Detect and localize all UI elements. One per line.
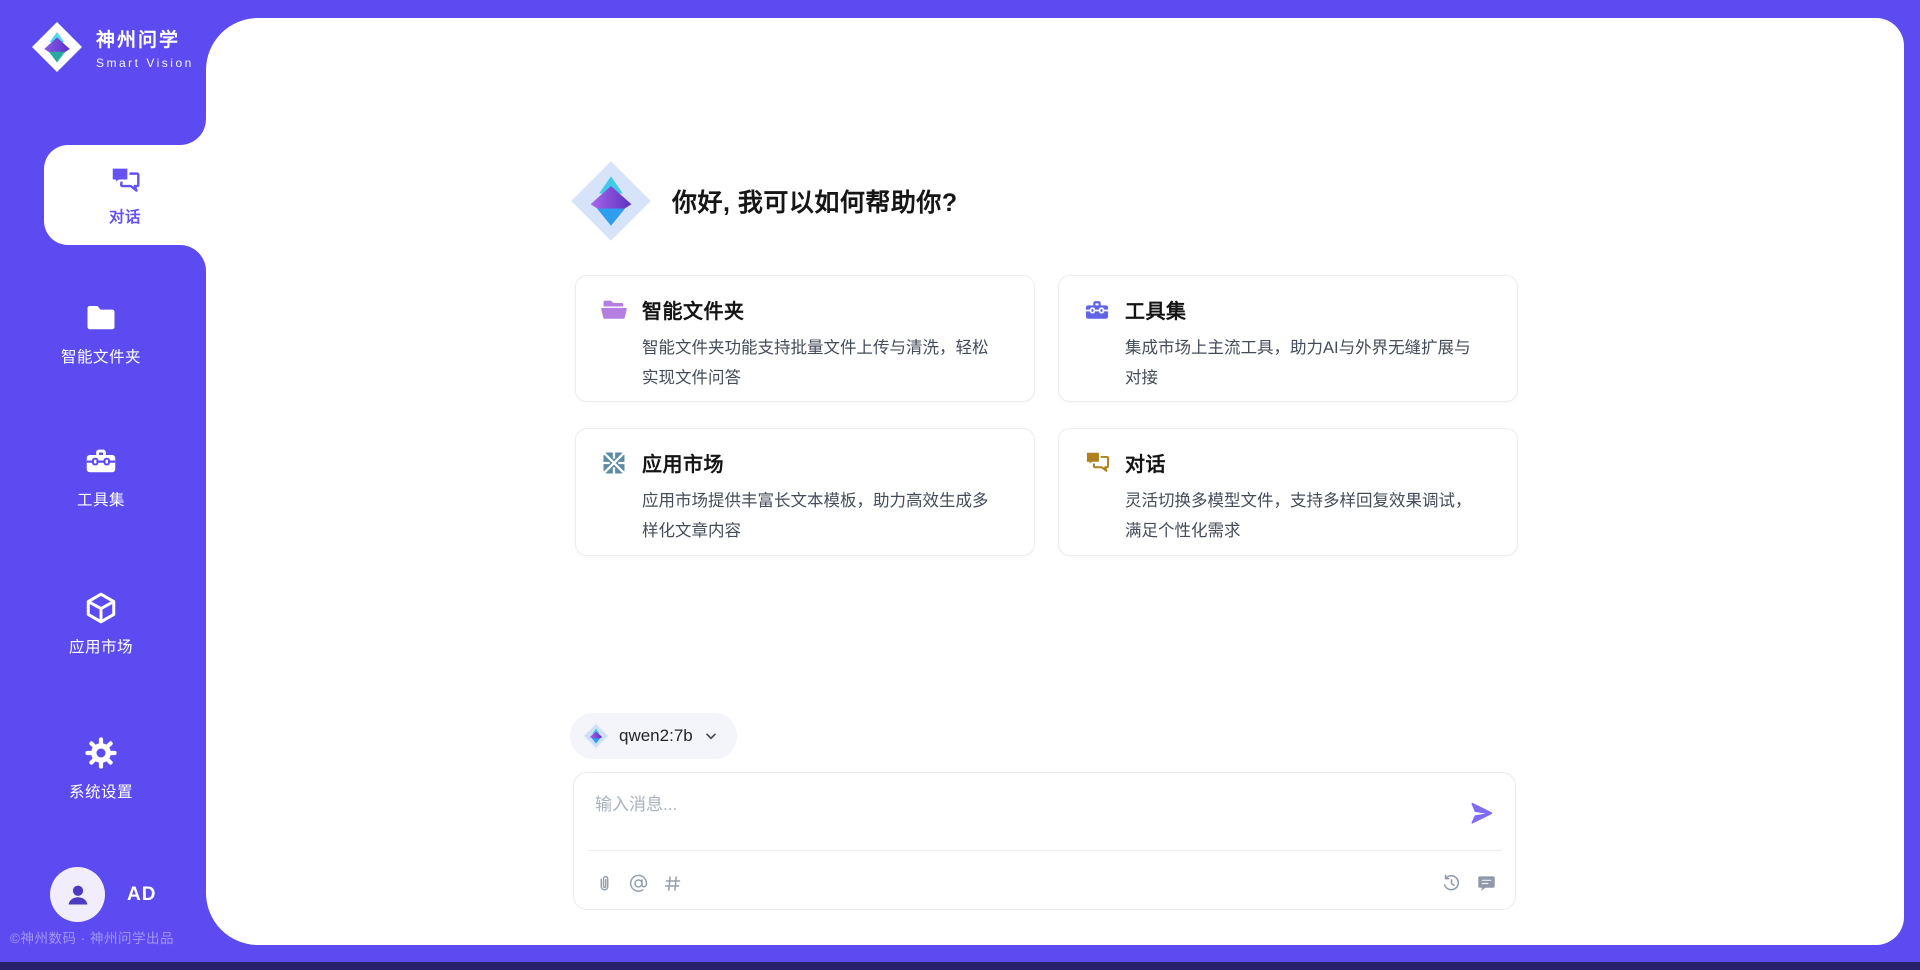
gear-icon	[83, 735, 119, 771]
message-composer	[573, 772, 1516, 910]
brand-text: 神州问学 Smart Vision	[96, 25, 194, 70]
at-sign-icon	[628, 873, 649, 894]
hash-button[interactable]	[662, 873, 683, 894]
market-grid-icon	[600, 449, 628, 477]
feature-cards: 智能文件夹 智能文件夹功能支持批量文件上传与清洗，轻松实现文件问答	[575, 275, 1518, 556]
toolbox-icon	[1083, 296, 1111, 324]
paperclip-icon	[594, 873, 615, 894]
sidebar-item-label: 工具集	[77, 488, 125, 510]
send-icon	[1468, 800, 1495, 827]
card-description: 灵活切换多模型文件，支持多样回复效果调试，满足个性化需求	[1125, 486, 1481, 546]
tab-curve-top	[180, 119, 206, 145]
sidebar-item-label: 系统设置	[69, 780, 133, 802]
card-description: 应用市场提供丰富长文本模板，助力高效生成多样化文章内容	[642, 486, 998, 546]
card-title: 应用市场	[642, 448, 724, 477]
sidebar-item-smart-folders[interactable]: 智能文件夹	[0, 300, 202, 367]
sidebar-item-app-market[interactable]: 应用市场	[0, 590, 202, 657]
app-root: 神州问学 Smart Vision 对话 智能文件夹	[0, 0, 1920, 970]
hash-icon	[662, 873, 683, 894]
person-icon	[63, 880, 93, 910]
bottom-bar	[0, 962, 1920, 970]
sidebar-item-chat[interactable]: 对话	[44, 145, 206, 245]
toolbox-icon	[83, 443, 119, 479]
brand-name: 神州问学	[96, 25, 194, 52]
card-description: 集成市场上主流工具，助力AI与外界无缝扩展与对接	[1125, 333, 1481, 393]
chat-bubble-icon	[1476, 873, 1497, 894]
message-input[interactable]	[574, 773, 1434, 835]
user-initials: AD	[127, 884, 156, 906]
brand-subtitle: Smart Vision	[96, 56, 194, 70]
folder-open-icon	[600, 296, 628, 324]
model-name: qwen2:7b	[619, 726, 693, 746]
card-title: 对话	[1125, 448, 1166, 477]
card-chat[interactable]: 对话 灵活切换多模型文件，支持多样回复效果调试，满足个性化需求	[1058, 428, 1518, 556]
folder-icon	[83, 300, 119, 336]
sidebar: 神州问学 Smart Vision 对话 智能文件夹	[0, 0, 206, 970]
sidebar-item-settings[interactable]: 系统设置	[0, 735, 202, 802]
chat-bubbles-icon	[1083, 449, 1111, 477]
composer-toolbar	[594, 863, 1497, 903]
assistant-diamond-icon	[568, 158, 654, 244]
sidebar-item-toolset[interactable]: 工具集	[0, 443, 202, 510]
chat-bubbles-icon	[108, 164, 142, 198]
history-button[interactable]	[1441, 873, 1462, 894]
composer-divider	[587, 850, 1502, 851]
card-smart-folders[interactable]: 智能文件夹 智能文件夹功能支持批量文件上传与清洗，轻松实现文件问答	[575, 275, 1035, 402]
sidebar-item-label: 对话	[109, 205, 141, 227]
send-button[interactable]	[1468, 798, 1498, 828]
greeting-title: 你好, 我可以如何帮助你?	[672, 183, 958, 219]
history-icon	[1441, 873, 1462, 894]
cube-icon	[83, 590, 119, 626]
mention-button[interactable]	[628, 873, 649, 894]
copyright-text: ©神州数码 · 神州问学出品	[10, 927, 174, 947]
card-toolset[interactable]: 工具集 集成市场上主流工具，助力AI与外界无缝扩展与对接	[1058, 275, 1518, 402]
brand: 神州问学 Smart Vision	[30, 20, 194, 74]
tab-curve-bottom	[180, 245, 206, 271]
user-profile[interactable]: AD	[50, 867, 156, 922]
chevron-down-icon	[703, 728, 719, 744]
attach-button[interactable]	[594, 873, 615, 894]
card-title: 智能文件夹	[642, 295, 745, 324]
greeting: 你好, 我可以如何帮助你?	[568, 158, 958, 244]
model-diamond-icon	[583, 723, 609, 749]
main-panel: 你好, 我可以如何帮助你? 智能文件夹 智能文件夹功能支持批量文件上传与清洗，轻…	[206, 18, 1904, 945]
composer-toolbar-right	[1441, 873, 1497, 894]
brand-diamond-icon	[30, 20, 84, 74]
card-title: 工具集	[1125, 295, 1187, 324]
sidebar-item-label: 智能文件夹	[61, 345, 141, 367]
card-app-market[interactable]: 应用市场 应用市场提供丰富长文本模板，助力高效生成多样化文章内容	[575, 428, 1035, 556]
avatar	[50, 867, 105, 922]
sidebar-item-label: 应用市场	[69, 635, 133, 657]
model-selector[interactable]: qwen2:7b	[570, 713, 737, 759]
card-description: 智能文件夹功能支持批量文件上传与清洗，轻松实现文件问答	[642, 333, 998, 393]
feedback-button[interactable]	[1476, 873, 1497, 894]
